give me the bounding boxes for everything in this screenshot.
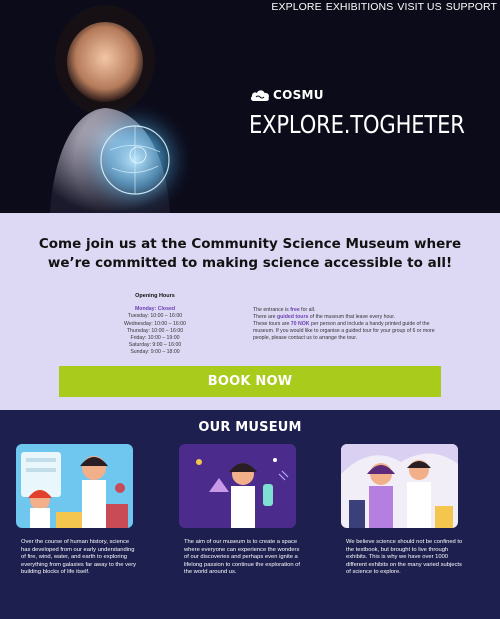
brand-logo[interactable]: COSMU bbox=[250, 88, 324, 102]
cloud-logo-icon bbox=[250, 89, 269, 101]
card-image-scientist-experiment bbox=[179, 444, 296, 528]
card-text-aim: The aim of our museum is to create a spa… bbox=[184, 539, 301, 576]
hours-sunday: Sunday: 9:00 – 18:00 bbox=[130, 349, 180, 356]
hours-saturday: Saturday: 9:00 – 16:00 bbox=[128, 342, 182, 349]
hours-tuesday: Tuesday: 10:00 – 16:00 bbox=[127, 313, 183, 320]
nav-exhibitions[interactable]: EXHIBITIONS bbox=[326, 1, 394, 13]
hours-thursday: Thursday: 10:00 – 16:00 bbox=[126, 327, 184, 334]
nav-visit-us[interactable]: VISIT US bbox=[397, 1, 441, 13]
opening-hours-title: Opening Hours bbox=[135, 293, 175, 299]
hours-wednesday: Wednesday: 10:00 – 16:00 bbox=[124, 320, 186, 327]
hero-photo-child-with-globe bbox=[20, 0, 250, 213]
guided-tours-text: There are guided tours of the museum tha… bbox=[253, 314, 396, 320]
card-text-history: Over the course of human history, scienc… bbox=[21, 539, 137, 576]
hero-title: EXPLORE.TOGHETER bbox=[249, 110, 465, 139]
top-nav: EXPLORE EXHIBITIONS VISIT US SUPPORT bbox=[271, 1, 497, 13]
nav-explore[interactable]: EXPLORE bbox=[271, 1, 321, 13]
card-image-scientists-lab bbox=[16, 444, 133, 528]
brand-name: COSMU bbox=[273, 88, 324, 102]
card-text-belief: We believe science should not be confine… bbox=[346, 539, 463, 576]
nav-support[interactable]: SUPPORT bbox=[446, 1, 497, 13]
hours-monday: Monday: Closed bbox=[134, 306, 176, 313]
info-section: Come join us at the Community Science Mu… bbox=[0, 213, 500, 410]
hours-friday: Friday: 10:00 – 19:00 bbox=[130, 335, 180, 342]
welcome-headline: Come join us at the Community Science Mu… bbox=[38, 236, 462, 271]
our-museum-title: OUR MUSEUM bbox=[198, 420, 302, 435]
book-now-button[interactable]: BOOK NOW bbox=[59, 366, 441, 397]
hero-section: EXPLORE EXHIBITIONS VISIT US SUPPORT COS… bbox=[0, 0, 500, 213]
card-image-kids-exhibits bbox=[341, 444, 458, 528]
entrance-free-text: The entrance is free for all. bbox=[253, 307, 316, 313]
opening-hours: Opening Hours Monday: Closed Tuesday: 10… bbox=[100, 293, 210, 357]
tour-price-text: These tours are 70 NOK per person and in… bbox=[253, 321, 435, 341]
our-museum-section: OUR MUSEUM Over the course of human hist… bbox=[0, 410, 500, 619]
entrance-info: The entrance is free for all. There are … bbox=[253, 307, 448, 342]
